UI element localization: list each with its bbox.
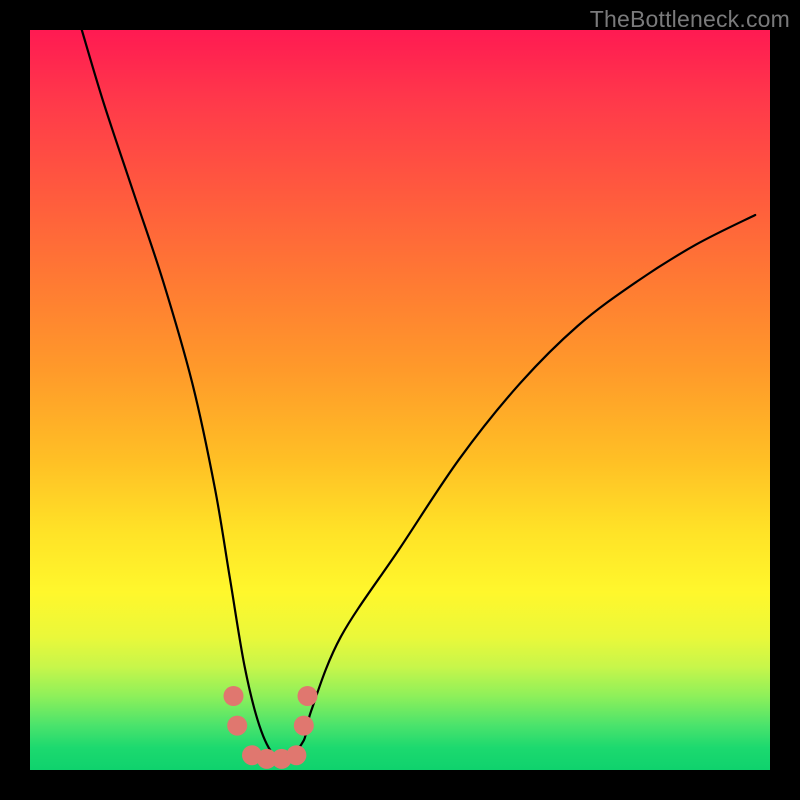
chart-svg: [30, 30, 770, 770]
highlight-point: [294, 716, 314, 736]
highlight-point: [298, 686, 318, 706]
highlight-point: [224, 686, 244, 706]
bottleneck-curve: [82, 30, 755, 758]
highlight-point: [286, 745, 306, 765]
watermark-label: TheBottleneck.com: [590, 6, 790, 33]
chart-plot-area: [30, 30, 770, 770]
highlight-point: [227, 716, 247, 736]
chart-frame: TheBottleneck.com: [0, 0, 800, 800]
